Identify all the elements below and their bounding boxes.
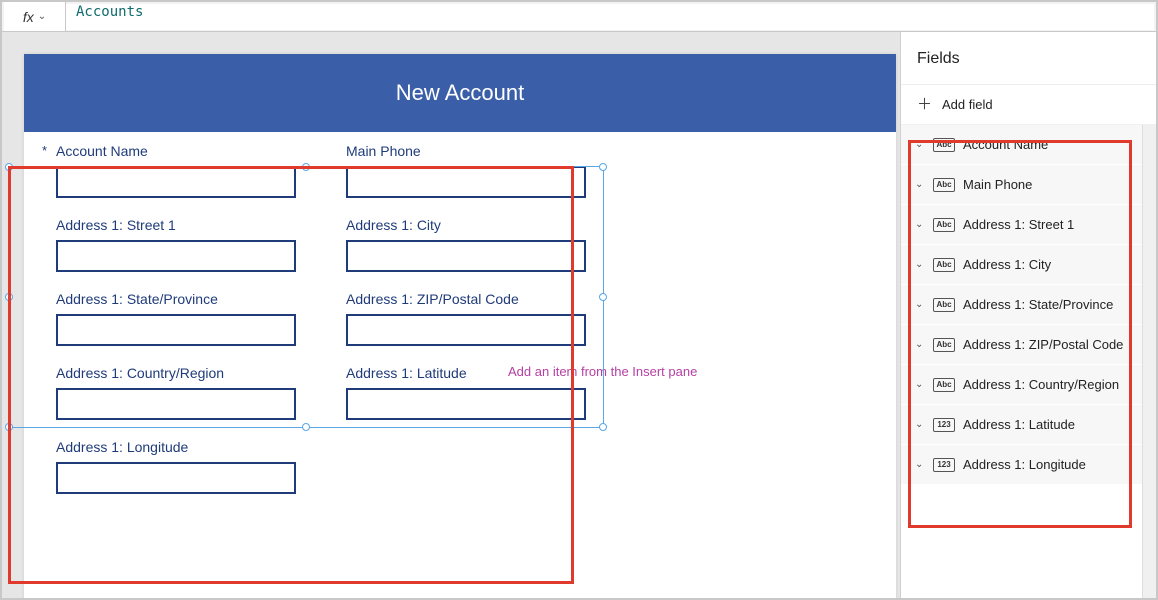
field-input[interactable] — [56, 166, 296, 198]
field-type-badge: Abc — [933, 178, 955, 192]
field-type-badge: Abc — [933, 258, 955, 272]
field-label: Address 1: ZIP/Postal Code — [346, 290, 519, 308]
chevron-down-icon: ⌄ — [915, 379, 925, 390]
chevron-down-icon: ⌄ — [915, 459, 925, 470]
field-label: Address 1: Country/Region — [56, 364, 224, 382]
field-label: Address 1: Longitude — [56, 438, 188, 456]
field-input[interactable] — [346, 314, 586, 346]
field-input[interactable] — [346, 166, 586, 198]
field-item-label: Address 1: Country/Region — [963, 377, 1119, 392]
field-label: Account Name — [56, 142, 148, 160]
insert-hint: Add an item from the Insert pane — [508, 364, 697, 379]
workspace: New Account *Account NameMain PhoneAddre… — [2, 32, 1156, 598]
fields-list-item[interactable]: ⌄ Abc Address 1: ZIP/Postal Code — [901, 325, 1142, 365]
form-body[interactable]: *Account Name Main Phone Address 1: Street… — [24, 132, 896, 494]
field-label: Address 1: Latitude — [346, 364, 467, 382]
field-input[interactable] — [346, 240, 586, 272]
fx-button[interactable]: fx ⌄ — [4, 2, 66, 31]
field-item-label: Address 1: State/Province — [963, 297, 1113, 312]
fields-list-item[interactable]: ⌄ 123 Address 1: Latitude — [901, 405, 1142, 445]
chevron-down-icon: ⌄ — [915, 139, 925, 150]
form-field[interactable]: Address 1: ZIP/Postal Code — [332, 290, 622, 346]
form-field[interactable]: Address 1: State/Province — [42, 290, 332, 346]
form-field[interactable]: Address 1: Longitude — [42, 438, 332, 494]
field-item-label: Address 1: City — [963, 257, 1051, 272]
form-field[interactable]: Main Phone — [332, 142, 622, 198]
field-type-badge: 123 — [933, 458, 955, 472]
fields-pane: Fields ＋ Add field ⌄ Abc Account Name ⌄ Abc M… — [900, 32, 1156, 598]
chevron-down-icon: ⌄ — [915, 339, 925, 350]
scrollbar[interactable] — [1142, 125, 1156, 598]
field-item-label: Address 1: ZIP/Postal Code — [963, 337, 1123, 352]
form-field[interactable]: *Account Name — [42, 142, 332, 198]
fields-list-item[interactable]: ⌄ Abc Account Name — [901, 125, 1142, 165]
field-type-badge: Abc — [933, 298, 955, 312]
field-input[interactable] — [56, 240, 296, 272]
chevron-down-icon: ⌄ — [915, 419, 925, 430]
field-label: Address 1: City — [346, 216, 441, 234]
field-type-badge: 123 — [933, 418, 955, 432]
card-title: New Account — [396, 80, 524, 106]
fields-list-item[interactable]: ⌄ Abc Main Phone — [901, 165, 1142, 205]
field-label: Address 1: Street 1 — [56, 216, 176, 234]
fields-pane-title: Fields — [901, 32, 1156, 85]
screen-card[interactable]: New Account *Account Name Main Phone Addre… — [24, 54, 896, 598]
field-item-label: Address 1: Street 1 — [963, 217, 1074, 232]
field-input[interactable] — [56, 462, 296, 494]
fields-list-item[interactable]: ⌄ Abc Address 1: City — [901, 245, 1142, 285]
fields-list-item[interactable]: ⌄ Abc Address 1: State/Province — [901, 285, 1142, 325]
chevron-down-icon: ⌄ — [915, 299, 925, 310]
field-item-label: Address 1: Longitude — [963, 457, 1086, 472]
card-header: New Account — [24, 54, 896, 132]
canvas-area[interactable]: New Account *Account Name Main Phone Addre… — [2, 32, 900, 598]
fields-list-item[interactable]: ⌄ Abc Address 1: Country/Region — [901, 365, 1142, 405]
fields-list-item[interactable]: ⌄ 123 Address 1: Longitude — [901, 445, 1142, 485]
fields-list[interactable]: ⌄ Abc Account Name ⌄ Abc Main Phone ⌄ Abc Addres… — [901, 125, 1142, 598]
field-type-badge: Abc — [933, 138, 955, 152]
field-label: Address 1: State/Province — [56, 290, 218, 308]
field-type-badge: Abc — [933, 378, 955, 392]
form-field[interactable]: Address 1: City — [332, 216, 622, 272]
plus-icon: ＋ — [917, 97, 932, 112]
field-type-badge: Abc — [933, 218, 955, 232]
form-field[interactable]: Address 1: Street 1 — [42, 216, 332, 272]
add-field-button[interactable]: ＋ Add field — [901, 85, 1156, 125]
fx-label: fx — [23, 9, 34, 25]
chevron-down-icon: ⌄ — [915, 219, 925, 230]
field-input[interactable] — [56, 314, 296, 346]
fields-list-item[interactable]: ⌄ Abc Address 1: Street 1 — [901, 205, 1142, 245]
field-item-label: Address 1: Latitude — [963, 417, 1075, 432]
field-type-badge: Abc — [933, 338, 955, 352]
chevron-down-icon: ⌄ — [915, 259, 925, 270]
field-input[interactable] — [56, 388, 296, 420]
required-star: * — [42, 142, 56, 160]
chevron-down-icon: ⌄ — [915, 179, 925, 190]
chevron-down-icon: ⌄ — [38, 11, 46, 22]
field-input[interactable] — [346, 388, 586, 420]
add-field-label: Add field — [942, 97, 993, 112]
formula-bar: fx ⌄ Accounts — [2, 2, 1156, 32]
form-field[interactable]: Address 1: Country/Region — [42, 364, 332, 420]
formula-input[interactable]: Accounts — [66, 4, 1154, 30]
field-item-label: Account Name — [963, 137, 1048, 152]
field-item-label: Main Phone — [963, 177, 1032, 192]
field-label: Main Phone — [346, 142, 421, 160]
